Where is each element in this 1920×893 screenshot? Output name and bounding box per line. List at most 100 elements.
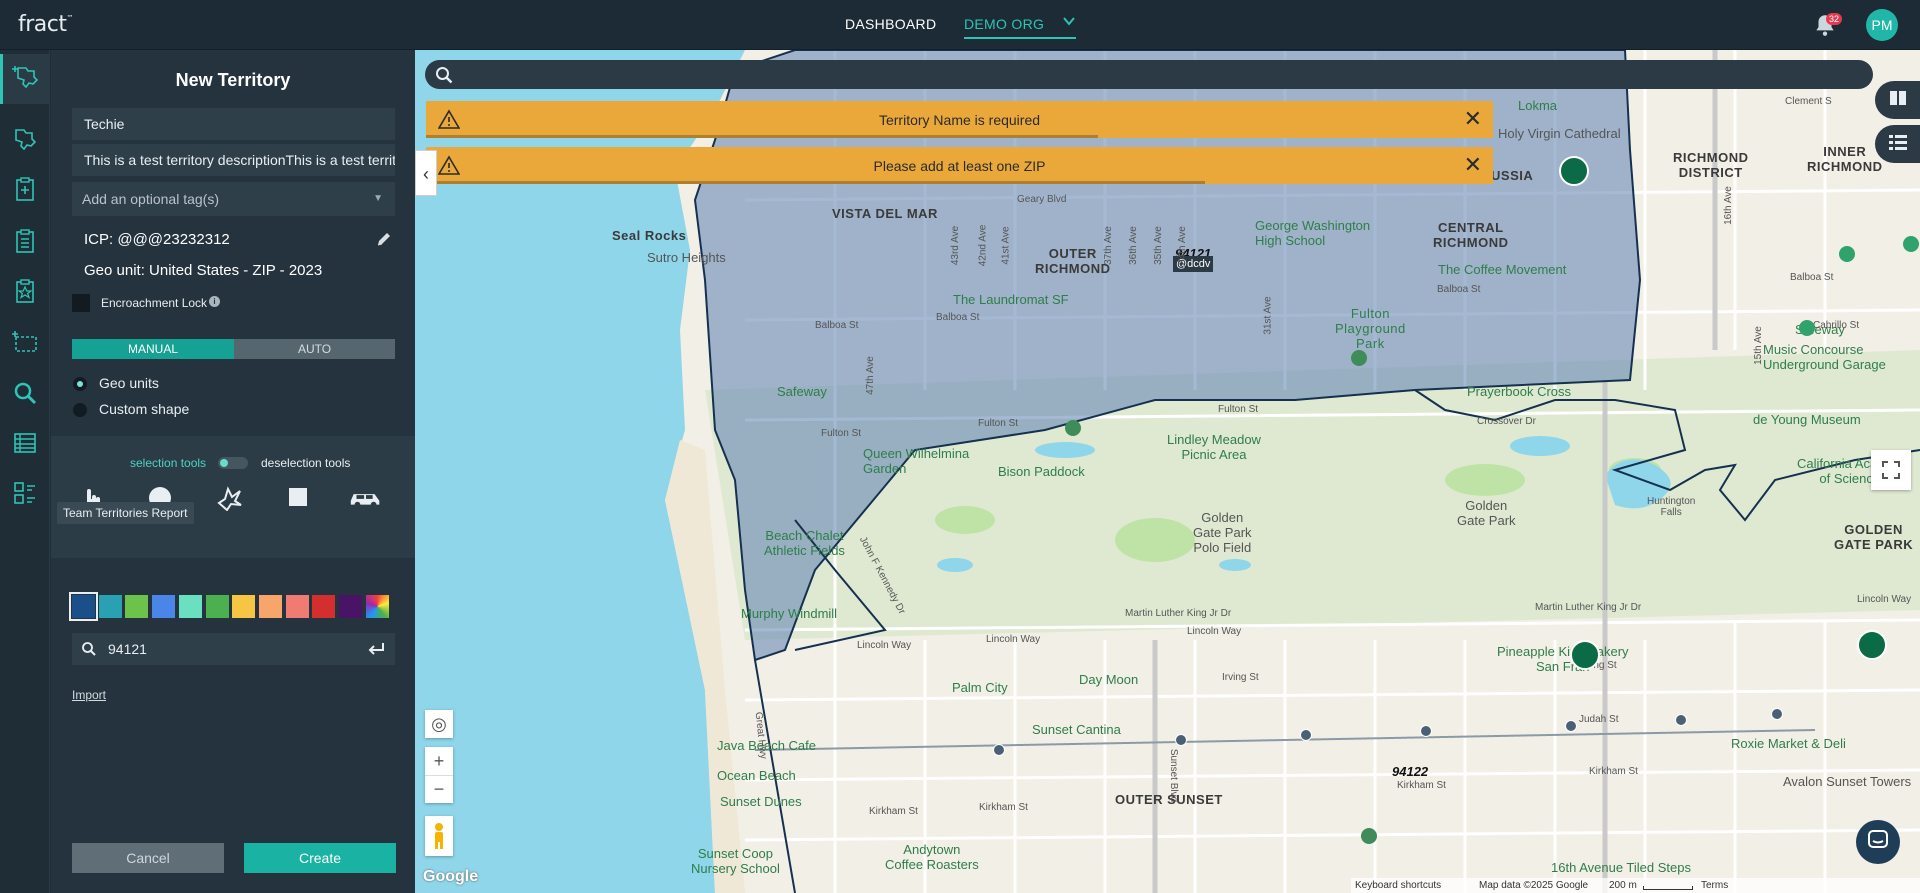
locate-me-icon[interactable]: ◎	[425, 710, 453, 738]
street-lincoln-3: Lincoln Way	[1187, 626, 1242, 637]
street-irving-1: Irving St	[1222, 672, 1259, 683]
street-42nd: 42nd Ave	[977, 224, 989, 267]
shop-pin-icon[interactable]	[1799, 320, 1815, 336]
color-swatch[interactable]	[98, 595, 122, 618]
label-day-moon: Day Moon	[1079, 672, 1139, 687]
rail-territories[interactable]	[0, 116, 50, 166]
color-swatch[interactable]	[232, 595, 256, 618]
map-layers-button[interactable]	[1875, 81, 1920, 119]
geo-unit-label: Geo unit: United States - ZIP - 2023	[84, 262, 323, 279]
color-swatch[interactable]	[365, 595, 389, 618]
caret-down-icon: ▼	[373, 193, 383, 204]
tags-placeholder: Add an optional tag(s)	[82, 191, 219, 207]
info-icon[interactable]: i	[209, 296, 220, 307]
label-sunset-dunes: Sunset Dunes	[720, 794, 802, 809]
territory-add-icon	[11, 62, 42, 97]
encroachment-lock-checkbox[interactable]	[72, 294, 90, 312]
shop-pin-icon[interactable]	[1903, 236, 1919, 252]
custom-shape-radio[interactable]	[73, 403, 87, 417]
rectangle-tool-icon[interactable]	[278, 480, 318, 514]
fullscreen-icon[interactable]	[1871, 450, 1911, 490]
close-icon[interactable]: ✕	[1464, 106, 1482, 132]
top-bar: fract™ DASHBOARD DEMO ORG 32 PM	[0, 0, 1920, 50]
bus-stop-icon[interactable]	[1420, 725, 1432, 737]
rail-team-territories-report[interactable]	[0, 420, 50, 470]
chat-support-button[interactable]	[1856, 820, 1900, 864]
street-mlk-1: Martin Luther King Jr Dr	[1125, 608, 1232, 619]
street-36th: 36th Ave	[1127, 226, 1139, 265]
drive-time-car-icon[interactable]	[343, 480, 389, 514]
rail-new-territory[interactable]	[0, 54, 50, 104]
shop-pin-icon[interactable]	[1839, 246, 1855, 262]
zoom-out-button[interactable]: −	[425, 775, 453, 803]
close-icon[interactable]: ✕	[1464, 152, 1482, 178]
rail-favorites[interactable]	[0, 268, 50, 318]
park-pin-icon[interactable]	[1361, 828, 1377, 844]
bus-stop-icon[interactable]	[1675, 714, 1687, 726]
rail-reports[interactable]	[0, 218, 50, 268]
color-swatch[interactable]	[258, 595, 282, 618]
label-beach-chalet: Beach Chalet Athletic Fields	[764, 528, 845, 558]
user-avatar[interactable]: PM	[1866, 9, 1898, 41]
selection-mode-toggle[interactable]	[218, 457, 248, 469]
enter-key-icon[interactable]	[367, 641, 385, 657]
bus-stop-icon[interactable]	[1771, 708, 1783, 720]
zoom-in-button[interactable]: +	[425, 747, 453, 775]
tags-dropdown[interactable]: Add an optional tag(s) ▼	[72, 182, 395, 216]
park-pin-icon[interactable]	[1065, 420, 1081, 436]
lasso-tool-icon[interactable]	[209, 480, 249, 514]
starbucks-pin-icon[interactable]	[1570, 640, 1600, 670]
color-swatch[interactable]	[339, 595, 362, 618]
cancel-button[interactable]: Cancel	[72, 843, 224, 873]
color-swatch[interactable]	[125, 595, 149, 618]
label-golden-gate-park-right: GOLDEN GATE PARK	[1834, 522, 1914, 552]
bus-stop-icon[interactable]	[1300, 729, 1312, 741]
mode-manual-button[interactable]: MANUAL	[72, 339, 234, 359]
starbucks-pin-icon[interactable]	[1857, 630, 1887, 660]
edit-pencil-icon[interactable]	[375, 230, 393, 248]
clipboard-add-icon	[10, 174, 40, 209]
map-search-input[interactable]	[463, 60, 1843, 89]
color-swatch[interactable]	[178, 595, 202, 618]
territory-map-icon	[10, 124, 40, 159]
org-selector[interactable]: DEMO ORG	[964, 16, 1076, 39]
keyboard-shortcuts-link[interactable]: Keyboard shortcuts	[1355, 880, 1441, 891]
bus-stop-icon[interactable]	[993, 744, 1005, 756]
rail-settings[interactable]	[0, 470, 50, 520]
color-swatch[interactable]	[152, 595, 176, 618]
label-huntington-falls: Huntington Falls	[1647, 496, 1696, 518]
park-pin-icon[interactable]	[1351, 350, 1367, 366]
label-avalon: Avalon Sunset Towers	[1783, 774, 1912, 789]
geo-units-radio[interactable]	[73, 377, 87, 391]
clipboard-list-icon	[10, 226, 40, 261]
create-button[interactable]: Create	[244, 843, 396, 873]
street-view-pegman-icon[interactable]	[425, 816, 453, 856]
terms-link[interactable]: Terms	[1701, 880, 1728, 891]
app-logo[interactable]: fract™	[18, 12, 73, 37]
map-legend-button[interactable]	[1875, 125, 1920, 163]
nav-dashboard[interactable]: DASHBOARD	[845, 16, 936, 32]
mode-auto-button[interactable]: AUTO	[234, 339, 395, 359]
label-tiled-steps: 16th Avenue Tiled Steps	[1551, 860, 1691, 875]
color-swatch[interactable]	[205, 595, 229, 618]
bus-stop-icon[interactable]	[1565, 720, 1577, 732]
territory-description-field[interactable]: This is a test territory descriptionThis…	[72, 144, 395, 176]
deselection-tools-label: deselection tools	[261, 456, 351, 470]
color-swatch[interactable]	[312, 595, 336, 618]
map-canvas[interactable]: Seal Rocks Sutro Heights VISTA DEL MAR O…	[415, 50, 1920, 893]
color-swatch[interactable]	[69, 592, 98, 621]
starbucks-pin-icon[interactable]	[1559, 156, 1589, 186]
territory-name-field[interactable]: Techie	[72, 108, 395, 140]
rail-add-report[interactable]	[0, 166, 50, 216]
street-fulton-2: Fulton St	[978, 418, 1019, 429]
label-lokma: Lokma	[1518, 98, 1558, 113]
label-sunset-coop: Sunset Coop Nursery School	[691, 846, 780, 876]
collapse-panel-button[interactable]: ‹	[415, 150, 437, 196]
zip-search-input[interactable]	[108, 633, 348, 665]
import-link[interactable]: Import	[72, 688, 106, 702]
color-swatch[interactable]	[285, 595, 309, 618]
rail-area-select[interactable]	[0, 320, 50, 370]
rail-search[interactable]	[0, 370, 50, 420]
bus-stop-icon[interactable]	[1175, 734, 1187, 746]
scale-bar	[1643, 886, 1693, 890]
